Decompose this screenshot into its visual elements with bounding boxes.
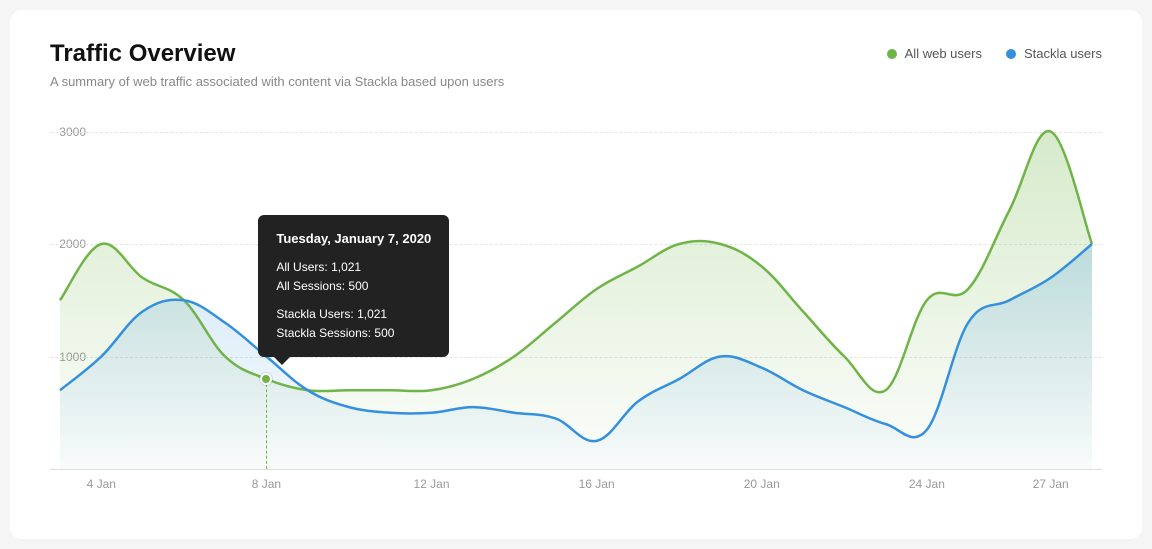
chart-card: Traffic Overview A summary of web traffi… [10,10,1142,539]
chart-plot-area[interactable]: 3000 2000 1000 [50,109,1102,509]
chart-legend: All web users Stackla users [887,46,1102,61]
legend-swatch-icon [887,49,897,59]
x-tick-label: 16 Jan [579,477,615,491]
chart-title: Traffic Overview [50,40,504,68]
chart-svg [50,109,1102,469]
x-tick-label: 4 Jan [87,477,116,491]
legend-label: Stackla users [1024,46,1102,61]
legend-label: All web users [905,46,982,61]
x-axis: 4 Jan 8 Jan 12 Jan 16 Jan 20 Jan 24 Jan 27 Jan [50,477,1102,497]
x-axis-line [50,469,1102,470]
hover-guideline [266,379,267,469]
x-tick-label: 20 Jan [744,477,780,491]
legend-item-stackla-users[interactable]: Stackla users [1006,46,1102,61]
plot-region: Tuesday, January 7, 2020 All Users: 1,02… [50,109,1102,469]
x-tick-label: 24 Jan [909,477,945,491]
x-tick-label: 27 Jan [1033,477,1069,491]
legend-swatch-icon [1006,49,1016,59]
chart-header: Traffic Overview A summary of web traffi… [50,40,1102,89]
legend-item-all-web-users[interactable]: All web users [887,46,982,61]
chart-subtitle: A summary of web traffic associated with… [50,74,504,89]
title-block: Traffic Overview A summary of web traffi… [50,40,504,89]
x-tick-label: 8 Jan [252,477,281,491]
x-tick-label: 12 Jan [414,477,450,491]
hover-point-marker [260,373,272,385]
